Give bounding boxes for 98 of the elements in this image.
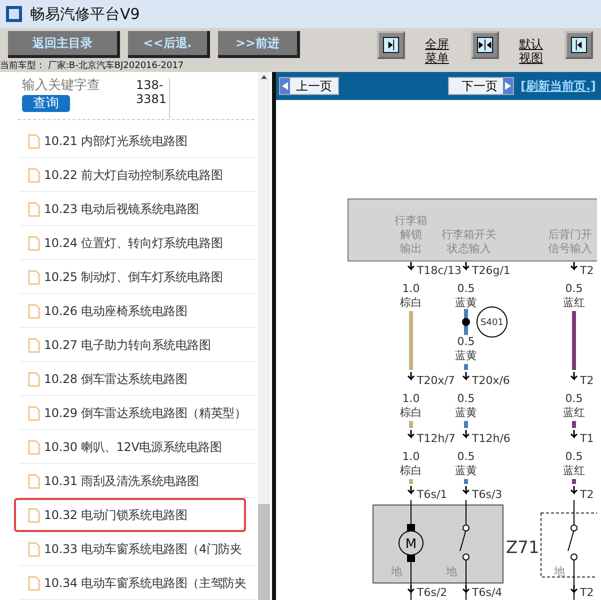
document-title: 10.33 电动车窗系统电路图（4门防夹: [44, 541, 242, 558]
ground-label: 地: [391, 565, 402, 578]
wire-color-label: 蓝黄: [455, 296, 477, 309]
component-box: [540, 512, 597, 578]
connector-pin-label: T1: [570, 429, 594, 445]
search-button[interactable]: 查询: [22, 95, 70, 112]
file-icon: [28, 134, 40, 149]
connector-pin-label: T2: [570, 584, 594, 599]
file-icon: [28, 542, 40, 557]
wire-size-label: 0.5: [565, 392, 583, 405]
wire-size-label: 0.5: [565, 450, 583, 463]
wire-color-label: 蓝黄: [455, 464, 477, 477]
splice-dot: [462, 318, 470, 326]
wire-size-label: 0.5: [457, 450, 475, 463]
wire-size-label: 0.5: [457, 282, 475, 295]
document-title: 10.28 倒车雷达系统电路图: [44, 371, 188, 388]
file-icon: [28, 406, 40, 421]
view-link[interactable]: 全屏菜单: [425, 37, 451, 65]
arrow-left-icon: [282, 82, 288, 90]
file-icon: [28, 202, 40, 217]
document-title: 10.24 位置灯、转向灯系统电路图: [44, 235, 223, 252]
connector-pin-label: T20x/7: [407, 371, 455, 387]
connector-pin-label: T18c/13: [407, 261, 462, 277]
wire-size-label: 0.5: [457, 392, 475, 405]
document-title: 10.27 电子助力转向系统电路图: [44, 337, 211, 354]
connector-pin-label: T2: [570, 371, 594, 387]
wire-size-label: 0.5: [457, 335, 475, 348]
connector-pin-label: T2: [570, 485, 594, 501]
panel-toggle-icon: [571, 36, 587, 54]
document-title: 10.25 制动灯、倒车灯系统电路图: [44, 269, 223, 286]
file-icon: [28, 338, 40, 353]
document-title: 10.23 电动后视镜系统电路图: [44, 201, 199, 218]
document-title: 10.31 雨刮及清洗系统电路图: [44, 473, 199, 490]
file-icon: [28, 372, 40, 387]
ground-label: 地: [446, 565, 457, 578]
panel-toggle-button[interactable]: [565, 31, 593, 59]
document-title: 10.22 前大灯自动控制系统电路图: [44, 167, 223, 184]
connector-pin-label: T2: [570, 261, 594, 277]
connector-pin-label: T26g/1: [462, 261, 510, 277]
wire-size-label: 1.0: [402, 282, 420, 295]
module-label: 信号输入: [548, 242, 592, 255]
splice-callout: S401: [476, 306, 508, 338]
file-icon: [28, 270, 40, 285]
connector-pin-label: T12h/7: [407, 429, 456, 445]
scrollbar-thumb[interactable]: [258, 504, 270, 600]
file-icon: [28, 304, 40, 319]
connector-pin-label: T6s/1: [407, 485, 448, 501]
wire-color-label: 蓝红: [563, 406, 585, 419]
module-label: 后背门开: [548, 228, 592, 241]
next-page-button[interactable]: 下一页: [448, 77, 514, 95]
refresh-page-link[interactable]: [刷新当前页.]: [520, 78, 596, 94]
document-title: 10.21 内部灯光系统电路图: [44, 133, 188, 150]
document-list-item[interactable]: 10.32 电动门锁系统电路图: [14, 498, 246, 532]
file-icon: [28, 474, 40, 489]
wire-size-label: 1.0: [402, 450, 420, 463]
connector-pin-label: T12h/6: [462, 429, 510, 445]
panel-toggle-button[interactable]: [471, 31, 499, 59]
document-title: 10.26 电动座椅系统电路图: [44, 303, 188, 320]
connector-pin-label: T20x/6: [462, 371, 510, 387]
connector-pin-label: T6s/4: [462, 584, 502, 599]
document-title: 10.30 喇叭、12V电源系统电路图: [44, 439, 222, 456]
module-label: 行李箱: [394, 214, 428, 227]
module-label: 状态输入: [447, 242, 491, 255]
file-icon: [28, 440, 40, 455]
document-title: 10.29 倒车雷达系统电路图（精英型）: [44, 405, 246, 422]
arrow-right-icon: [505, 82, 512, 90]
module-label: 输出: [400, 242, 422, 255]
connector-pin-label: T6s/3: [462, 485, 502, 501]
app-logo-icon: [6, 6, 22, 22]
module-label: 行李箱开关: [442, 228, 496, 241]
file-icon: [28, 236, 40, 251]
file-icon: [28, 508, 40, 522]
wire-color-label: 棕白: [400, 464, 422, 477]
previous-page-button[interactable]: 上一页: [279, 77, 339, 95]
wire-size-label: 1.0: [402, 392, 420, 405]
ground-label: 地: [554, 565, 565, 578]
connector-pin-label: T6s/2: [407, 584, 448, 599]
file-icon: [28, 168, 40, 183]
component-label: Z71: [506, 538, 540, 558]
wire-color-label: 蓝红: [563, 464, 585, 477]
scrollbar[interactable]: [258, 72, 270, 600]
module-label: 解锁: [400, 228, 422, 241]
window-title: 畅易汽修平台V9: [30, 4, 140, 24]
wire-size-label: 0.5: [565, 282, 583, 295]
wire-color-label: 棕白: [400, 406, 422, 419]
panel-toggle-icon: [477, 36, 493, 54]
document-title: 10.34 电动车窗系统电路图（主驾防夹: [44, 575, 246, 592]
document-title: 10.32 电动门锁系统电路图: [44, 506, 188, 524]
wire-color-label: 蓝黄: [455, 349, 477, 362]
panel-toggle-button[interactable]: [377, 31, 405, 59]
panel-toggle-icon: [383, 36, 399, 54]
file-icon: [28, 576, 40, 591]
wire-color-label: 蓝红: [563, 296, 585, 309]
wire-color-label: 棕白: [400, 296, 422, 309]
view-link[interactable]: 默认视图: [519, 37, 545, 65]
wire-color-label: 蓝黄: [455, 406, 477, 419]
current-model-text: 当前车型： 厂家:B-北京汽车BJ202016-2017: [0, 60, 185, 72]
phone-number: 138-3381: [136, 78, 170, 118]
